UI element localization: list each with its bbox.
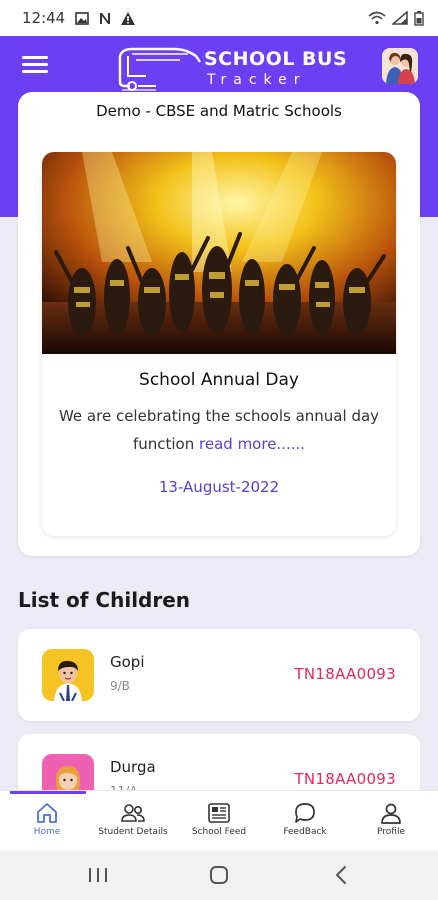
students-icon (121, 804, 145, 822)
home-icon (37, 803, 57, 823)
back-button[interactable] (321, 862, 361, 888)
menu-icon-line (22, 70, 48, 73)
menu-icon-line (22, 63, 48, 66)
child-avatar (42, 649, 94, 701)
nav-profile-label: Profile (377, 827, 405, 837)
status-time: 12:44 (22, 9, 66, 27)
signal-icon (392, 11, 408, 25)
family-avatar-icon (382, 48, 418, 84)
annual-day-photo (42, 152, 396, 354)
feed-date: 13-August-2022 (158, 478, 280, 496)
nav-feedback[interactable]: FeedBack (260, 797, 350, 849)
child-card[interactable]: Gopi 9/B TN18AA0093 (18, 629, 420, 721)
menu-icon-line (22, 56, 48, 59)
nav-student-details[interactable]: Student Details (88, 797, 178, 849)
home-button[interactable] (199, 862, 239, 888)
feed-item[interactable]: School Annual Day We are celebrating the… (42, 152, 396, 536)
nav-student-details-label: Student Details (98, 827, 168, 837)
child-bus-number: TN18AA0093 (294, 770, 396, 788)
read-more-link[interactable]: read more...... (199, 435, 305, 453)
app-logo: SCHOOL BUS Tracker (116, 44, 347, 92)
nav-feedback-label: FeedBack (283, 827, 327, 837)
nav-school-feed[interactable]: School Feed (174, 797, 264, 849)
profile-avatar[interactable] (382, 48, 418, 84)
nav-home[interactable]: Home (2, 797, 92, 849)
school-news-card: Demo - CBSE and Matric Schools School An… (18, 92, 420, 556)
battery-icon (414, 10, 424, 26)
boy-avatar-icon (42, 649, 94, 701)
feed-title: School Annual Day (139, 370, 299, 390)
recents-button[interactable] (78, 862, 118, 888)
child-class: 9/B (110, 679, 130, 693)
child-name: Durga (110, 758, 156, 776)
children-list-heading: List of Children (18, 588, 191, 612)
news-icon (208, 803, 230, 823)
logo-subtitle: Tracker (207, 72, 307, 88)
bottom-navigation: Home Student Details School Feed FeedBac… (0, 790, 438, 850)
nav-profile[interactable]: Profile (346, 797, 436, 849)
system-navigation-bar (0, 850, 438, 900)
image-icon (75, 11, 90, 25)
status-bar: 12:44 (0, 0, 438, 36)
bus-icon (118, 47, 201, 91)
school-name: Demo - CBSE and Matric Schools (96, 102, 342, 120)
feed-description: We are celebrating the schools annual da… (56, 402, 382, 458)
nav-home-label: Home (33, 827, 61, 837)
active-tab-indicator (10, 791, 86, 794)
menu-button[interactable] (22, 56, 48, 78)
child-bus-number: TN18AA0093 (294, 665, 396, 683)
logo-title: SCHOOL BUS (204, 48, 348, 70)
user-icon (381, 803, 401, 824)
wifi-icon (368, 11, 386, 25)
chat-icon (295, 803, 315, 823)
n-icon (100, 12, 111, 24)
child-name: Gopi (110, 653, 145, 671)
nav-school-feed-label: School Feed (191, 827, 247, 837)
alert-icon (121, 11, 136, 25)
